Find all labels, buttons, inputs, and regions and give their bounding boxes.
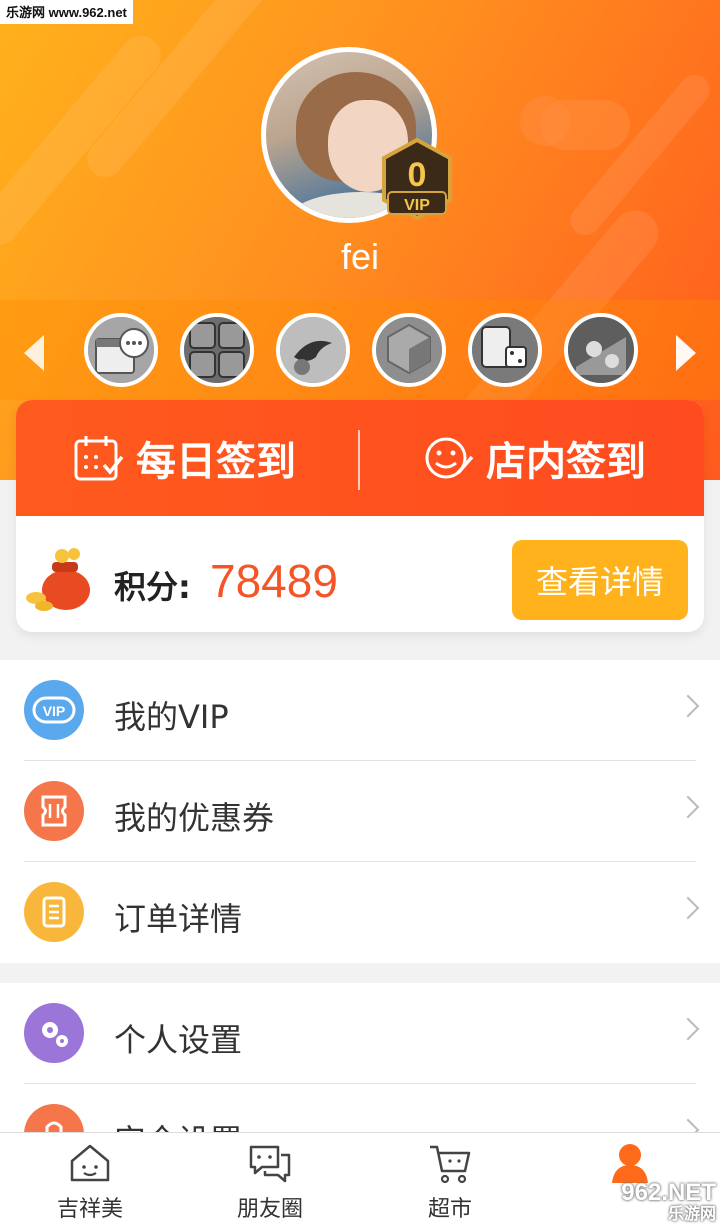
gears-icon xyxy=(24,1003,84,1063)
game-hexagon[interactable] xyxy=(372,313,446,387)
shopping-cart-icon xyxy=(430,1145,471,1184)
hexagon-game-icon xyxy=(376,317,442,383)
carousel-prev-arrow-icon[interactable] xyxy=(24,335,44,371)
daily-sign-button[interactable]: 每日签到 xyxy=(74,400,296,516)
game-puzzle-tiles[interactable] xyxy=(180,313,254,387)
menu-item-security-settings[interactable]: 安全设置 xyxy=(0,1084,720,1132)
coupon-icon xyxy=(24,781,84,841)
menu-label: 订单详情 xyxy=(114,900,243,938)
chevron-right-icon xyxy=(676,1118,700,1132)
menu-label: 我的优惠券 xyxy=(114,799,275,837)
vip-badge-icon: 0 VIP xyxy=(382,138,452,220)
nav-item-supermarket[interactable]: 超市 xyxy=(360,1133,540,1230)
carousel-next-arrow-icon[interactable] xyxy=(676,335,696,371)
sign-bar: 每日签到 店内签到 xyxy=(16,400,704,516)
puzzle-tiles-game-icon xyxy=(184,317,250,383)
chevron-right-icon xyxy=(676,896,700,920)
calendar-check-icon xyxy=(74,436,124,481)
view-details-button[interactable]: 查看详情 xyxy=(512,540,688,620)
game-calendar-chat[interactable] xyxy=(84,313,158,387)
chevron-right-icon xyxy=(676,1017,700,1041)
watermark-big: 962.NET xyxy=(621,1179,716,1206)
menu-label: 我的VIP xyxy=(114,698,229,736)
menu-item-my-coupons[interactable]: 我的优惠券 xyxy=(0,761,720,862)
menu-group-account: VIP 我的VIP 我的优惠券 订单详情 xyxy=(0,660,720,963)
store-sign-label: 店内签到 xyxy=(486,439,646,485)
game-bird[interactable] xyxy=(276,313,350,387)
sign-card: 每日签到 店内签到 积分: 78489 查看详情 xyxy=(16,400,704,632)
vip-text: VIP xyxy=(404,197,430,214)
bird-game-icon xyxy=(280,317,346,383)
game-mahjong[interactable] xyxy=(468,313,542,387)
points-value: 78489 xyxy=(210,555,338,607)
menu-item-personal-settings[interactable]: 个人设置 xyxy=(0,983,720,1084)
game-chess[interactable] xyxy=(564,313,638,387)
smile-pen-icon xyxy=(425,437,474,479)
points-label: 积分: xyxy=(114,568,191,606)
menu-item-my-vip[interactable]: VIP 我的VIP xyxy=(0,660,720,761)
chevron-right-icon xyxy=(676,694,700,718)
svg-text:VIP: VIP xyxy=(43,703,66,719)
points-row: 积分: 78489 查看详情 xyxy=(16,516,704,632)
vip-level: 0 xyxy=(408,156,427,194)
menu-label: 个人设置 xyxy=(114,1021,243,1059)
watermark-logo: 962.NET 乐游网 xyxy=(588,1181,716,1227)
menu-group-settings: 个人设置 安全设置 xyxy=(0,983,720,1132)
mahjong-dice-game-icon xyxy=(472,317,538,383)
chevron-right-icon xyxy=(676,795,700,819)
order-scroll-icon xyxy=(24,882,84,942)
username: fei xyxy=(340,236,380,277)
menu-label: 安全设置 xyxy=(114,1116,242,1132)
watermark: 乐游网 www.962.net xyxy=(0,0,133,24)
vip-icon: VIP xyxy=(24,680,84,740)
nav-item-home[interactable]: 吉祥美 xyxy=(0,1133,180,1230)
nav-item-moments[interactable]: 朋友圈 xyxy=(180,1133,360,1230)
bottom-nav: 吉祥美 朋友圈 超市 962.NET 乐游网 xyxy=(0,1132,720,1230)
chess-game-icon xyxy=(568,317,634,383)
watermark-small: 乐游网 xyxy=(667,1204,716,1223)
home-face-icon xyxy=(70,1144,110,1182)
store-sign-button[interactable]: 店内签到 xyxy=(424,400,646,516)
nav-label: 吉祥美 xyxy=(56,1197,123,1222)
game-carousel xyxy=(0,300,720,400)
lock-icon xyxy=(24,1104,84,1132)
daily-sign-label: 每日签到 xyxy=(136,439,296,485)
menu-item-order-details[interactable]: 订单详情 xyxy=(0,862,720,963)
nav-label: 朋友圈 xyxy=(236,1197,303,1222)
nav-label: 超市 xyxy=(427,1197,472,1222)
calendar-chat-game-icon xyxy=(88,317,154,383)
money-bag-icon xyxy=(26,548,90,611)
chat-bubbles-icon xyxy=(249,1145,291,1183)
